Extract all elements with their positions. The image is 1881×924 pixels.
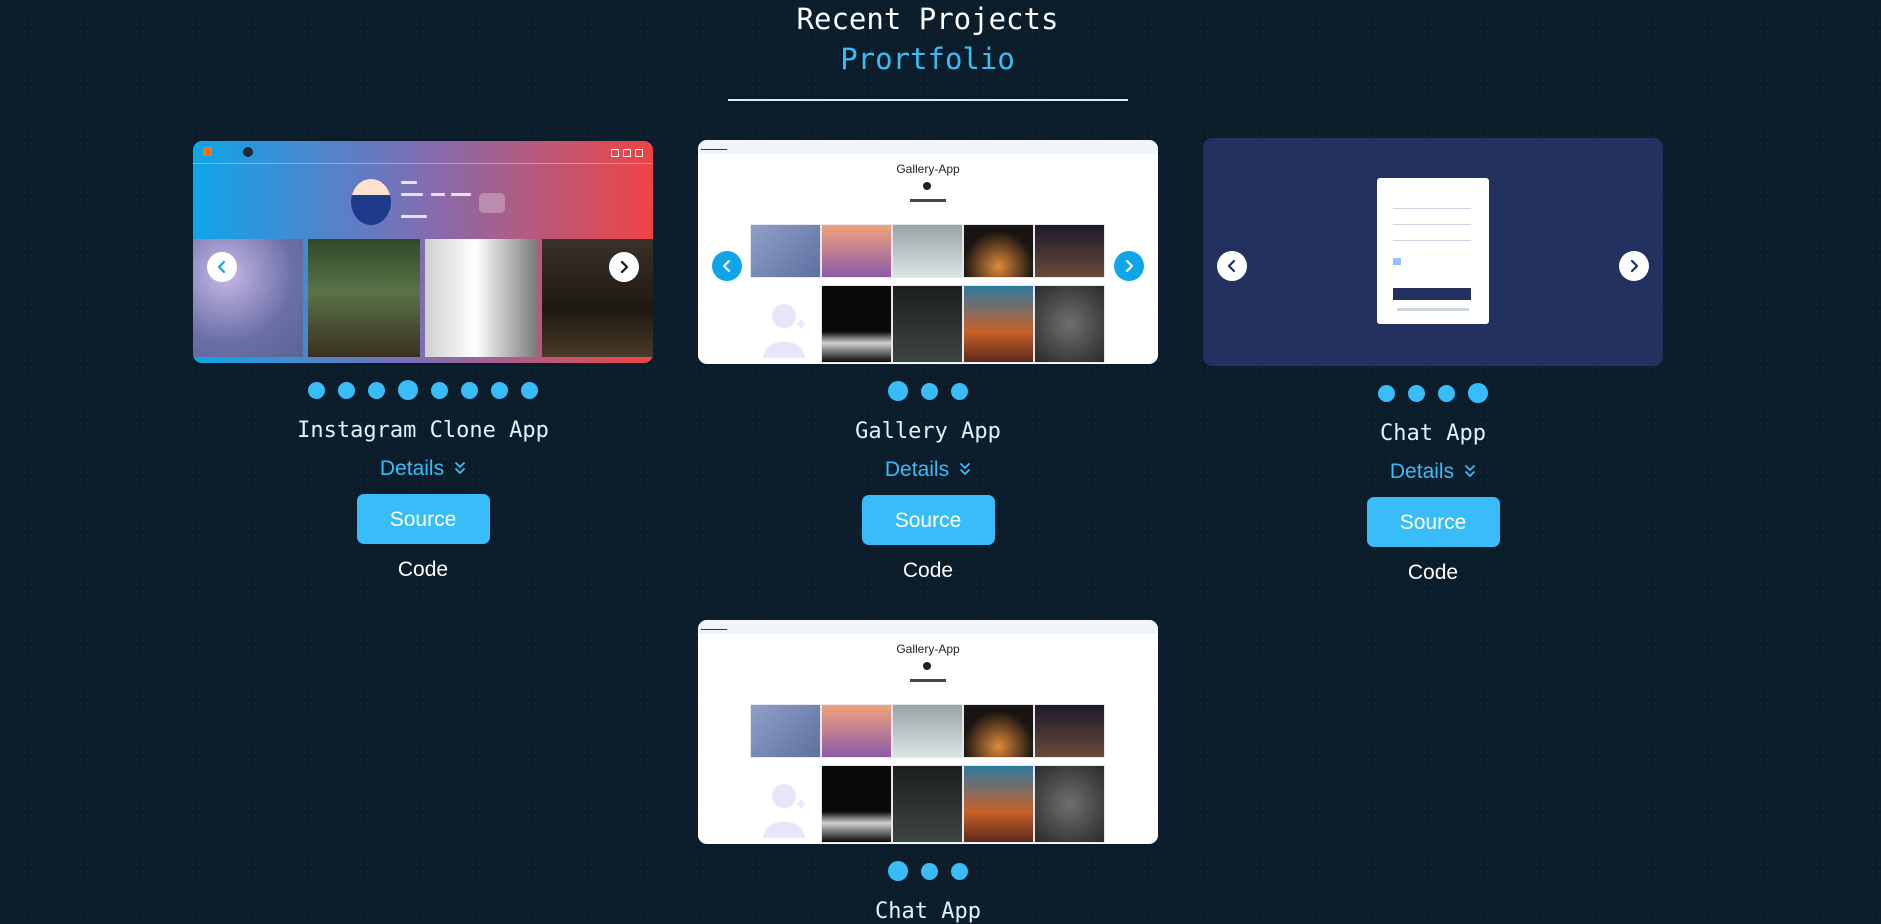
details-label: Details [884, 458, 950, 481]
add-photo-placeholder-icon [763, 784, 805, 838]
gallery-preview-navbar [698, 620, 1158, 634]
gallery-preview-navbar [698, 140, 1158, 154]
chevron-left-icon [1227, 259, 1236, 273]
gallery-preview-avatar [923, 662, 931, 670]
project-carousel [193, 141, 653, 363]
carousel-indicators [1203, 378, 1663, 408]
instagram-preview-avatar [351, 179, 391, 225]
project-card-instagram-clone: Instagram Clone App Details Source Code [193, 141, 653, 581]
details-toggle[interactable]: Details [698, 458, 1158, 482]
carousel-prev-button[interactable] [712, 251, 742, 281]
instagram-preview-navbar [193, 141, 653, 164]
project-card-chat-second: Gallery-App Chat App [698, 620, 1158, 924]
details-toggle[interactable]: Details [1203, 460, 1663, 484]
chevron-right-icon [620, 260, 629, 274]
carousel-indicator-dot[interactable] [888, 861, 908, 881]
double-chevron-down-icon [454, 457, 466, 481]
gallery-preview-avatar [923, 182, 931, 190]
source-code-button[interactable]: Source Code [861, 495, 995, 582]
source-code-button[interactable]: Source Code [1366, 497, 1500, 584]
carousel-indicator-dot[interactable] [951, 382, 968, 400]
carousel-indicator-dot[interactable] [1378, 384, 1395, 402]
chat-preview-register-form [1377, 178, 1489, 324]
double-chevron-down-icon [1464, 460, 1476, 484]
carousel-indicator-dot[interactable] [1408, 384, 1425, 402]
project-title: Instagram Clone App [297, 418, 549, 443]
section-subtitle: Prortfolio [840, 42, 1015, 76]
carousel-indicator-dot[interactable] [461, 381, 478, 399]
carousel-indicator-dot[interactable] [951, 862, 968, 880]
project-title: Chat App [1380, 421, 1486, 446]
section-divider [728, 99, 1128, 101]
carousel-prev-button[interactable] [1217, 251, 1247, 281]
section-title: Recent Projects [796, 2, 1059, 36]
instagram-preview-photo-grid [193, 239, 653, 357]
gallery-preview-title: Gallery-App [896, 162, 960, 176]
carousel-indicator-dot[interactable] [431, 381, 448, 399]
chevron-left-icon [217, 260, 226, 274]
project-card-gallery: Gallery-App Gallery App Details Source C… [698, 140, 1158, 582]
carousel-indicator-dot[interactable] [338, 381, 355, 399]
carousel-next-button[interactable] [1114, 251, 1144, 281]
chevron-right-icon [1630, 259, 1639, 273]
instagram-preview-add-post [479, 193, 505, 213]
carousel-prev-button[interactable] [207, 252, 237, 282]
carousel-indicators [193, 375, 653, 405]
carousel-indicator-dot[interactable] [921, 862, 938, 880]
carousel-indicator-dot[interactable] [888, 381, 908, 401]
chevron-left-icon [722, 259, 731, 273]
project-title: Chat App [875, 899, 981, 924]
project-title: Gallery App [855, 419, 1001, 444]
carousel-indicators [698, 856, 1158, 886]
carousel-indicator-dot[interactable] [1468, 383, 1488, 403]
carousel-indicator-dot[interactable] [921, 382, 938, 400]
chevron-right-icon [1125, 259, 1134, 273]
details-label: Details [1389, 460, 1455, 483]
details-toggle[interactable]: Details [193, 457, 653, 481]
project-card-chat: Chat App Details Source Code [1203, 138, 1663, 584]
double-chevron-down-icon [959, 458, 971, 482]
gallery-preview-title: Gallery-App [896, 642, 960, 656]
carousel-indicator-dot[interactable] [1438, 384, 1455, 402]
carousel-indicator-dot[interactable] [398, 380, 418, 400]
add-photo-placeholder-icon [763, 304, 805, 358]
carousel-indicator-dot[interactable] [368, 381, 385, 399]
carousel-next-button[interactable] [1619, 251, 1649, 281]
project-carousel: Gallery-App [698, 620, 1158, 844]
source-code-button[interactable]: Source Code [356, 494, 490, 581]
carousel-indicators [698, 376, 1158, 406]
carousel-indicator-dot[interactable] [308, 381, 325, 399]
gallery-preview-username [910, 199, 946, 202]
details-label: Details [379, 457, 445, 480]
project-carousel: Gallery-App [698, 140, 1158, 364]
carousel-indicator-dot[interactable] [491, 381, 508, 399]
carousel-indicator-dot[interactable] [521, 381, 538, 399]
project-carousel [1203, 138, 1663, 366]
gallery-preview-username [910, 679, 946, 682]
carousel-next-button[interactable] [609, 252, 639, 282]
